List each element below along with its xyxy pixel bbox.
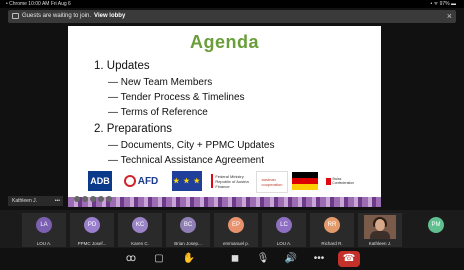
agenda-item: — Tender Process & Timelines bbox=[108, 92, 245, 103]
close-icon[interactable]: × bbox=[447, 10, 452, 23]
slide-footer-pattern bbox=[68, 197, 381, 207]
participant-tile[interactable]: LC LOU A. bbox=[262, 213, 306, 247]
german-flag-logo bbox=[292, 171, 318, 191]
end-call-button[interactable]: ☎ bbox=[338, 251, 360, 267]
avatar: PD bbox=[84, 217, 100, 233]
participant-video bbox=[364, 215, 396, 239]
participant-tile[interactable]: BC Brian Josep... bbox=[166, 213, 210, 247]
more-icon[interactable]: ••• bbox=[55, 196, 60, 206]
participant-tile[interactable]: PM bbox=[414, 213, 458, 247]
chat-icon[interactable]: ▢ bbox=[152, 252, 166, 266]
participant-name: LOU A. bbox=[36, 241, 52, 246]
avatar: RR bbox=[324, 217, 340, 233]
status-right: • ᯤ 97% ▬ bbox=[430, 1, 457, 7]
avatar: BC bbox=[180, 217, 196, 233]
avatar: EP bbox=[228, 217, 244, 233]
self-name-tag: Kathleen J. ••• bbox=[8, 196, 63, 206]
status-left: • Chrome 10:00 AM Fri Aug 6 bbox=[6, 1, 71, 7]
lobby-banner: Guests are waiting to join. View lobby × bbox=[8, 10, 456, 23]
participant-strip: LA LOU A. PD PPMC Josef... KC Karen C. B… bbox=[0, 210, 464, 248]
more-icon[interactable]: ••• bbox=[312, 252, 326, 266]
avatar: LA bbox=[36, 217, 52, 233]
lobby-banner-text: Guests are waiting to join. bbox=[22, 13, 92, 19]
avatar: PM bbox=[428, 217, 444, 233]
participant-name: Brian Josep... bbox=[174, 241, 202, 246]
raise-hand-icon[interactable]: ✋ bbox=[182, 252, 196, 266]
participant-name: PPMC Josef... bbox=[77, 241, 107, 246]
camera-off-icon[interactable]: ◼ bbox=[228, 252, 242, 266]
participant-name: Richard R. bbox=[321, 241, 343, 246]
participant-name: LOU A. bbox=[276, 241, 292, 246]
participant-tile-video[interactable]: Kathleen J. bbox=[358, 213, 402, 247]
partner-logos: ADB AFD ★ ★ ★ Federal Ministry Republic … bbox=[88, 171, 358, 193]
section-heading: 1. Updates bbox=[94, 60, 150, 72]
avatar: KC bbox=[132, 217, 148, 233]
participant-tile[interactable]: KC Karen C. bbox=[118, 213, 162, 247]
participant-tile[interactable]: LA LOU A. bbox=[22, 213, 66, 247]
participant-tile[interactable]: PD PPMC Josef... bbox=[70, 213, 114, 247]
avatar: LC bbox=[276, 217, 292, 233]
slide-controls[interactable] bbox=[74, 196, 112, 202]
agenda-item: — Documents, City + PPMC Updates bbox=[108, 140, 275, 151]
people-icon[interactable]: ꝏ bbox=[124, 252, 138, 266]
participant-name: emmanuel p. bbox=[222, 241, 249, 246]
speaker-icon[interactable]: 🔊 bbox=[284, 252, 298, 266]
adb-logo: ADB bbox=[88, 171, 112, 191]
agenda-item: — New Team Members bbox=[108, 77, 213, 88]
agenda-item: — Technical Assistance Agreement bbox=[108, 155, 265, 166]
afd-logo: AFD bbox=[116, 171, 166, 191]
view-lobby-link[interactable]: View lobby bbox=[94, 13, 125, 19]
swiss-logo: Swiss Confederation bbox=[326, 171, 356, 191]
people-icon bbox=[12, 13, 19, 19]
federal-ministry-logo: Federal Ministry Republic of Austria Fin… bbox=[210, 171, 250, 191]
call-controls: ꝏ ▢ ✋ ◼ 🎙 🔊 ••• ☎ bbox=[0, 248, 464, 270]
slide-title: Agenda bbox=[189, 32, 259, 52]
mic-off-icon[interactable]: 🎙 bbox=[256, 252, 270, 266]
shared-slide: Agenda 1. Updates — New Team Members — T… bbox=[68, 26, 381, 207]
participant-name: Karen C. bbox=[131, 241, 149, 246]
participant-tile[interactable]: RR Richard R. bbox=[310, 213, 354, 247]
agenda-item: — Terms of Reference bbox=[108, 107, 208, 118]
status-bar: • Chrome 10:00 AM Fri Aug 6 • ᯤ 97% ▬ bbox=[0, 0, 464, 8]
section-heading: 2. Preparations bbox=[94, 123, 172, 135]
austrian-cooperation-logo: austrian cooperation bbox=[256, 171, 288, 193]
participant-name: Kathleen J. bbox=[368, 241, 392, 246]
participant-tile[interactable]: EP emmanuel p. bbox=[214, 213, 258, 247]
eu-flag-logo: ★ ★ ★ bbox=[172, 171, 202, 191]
